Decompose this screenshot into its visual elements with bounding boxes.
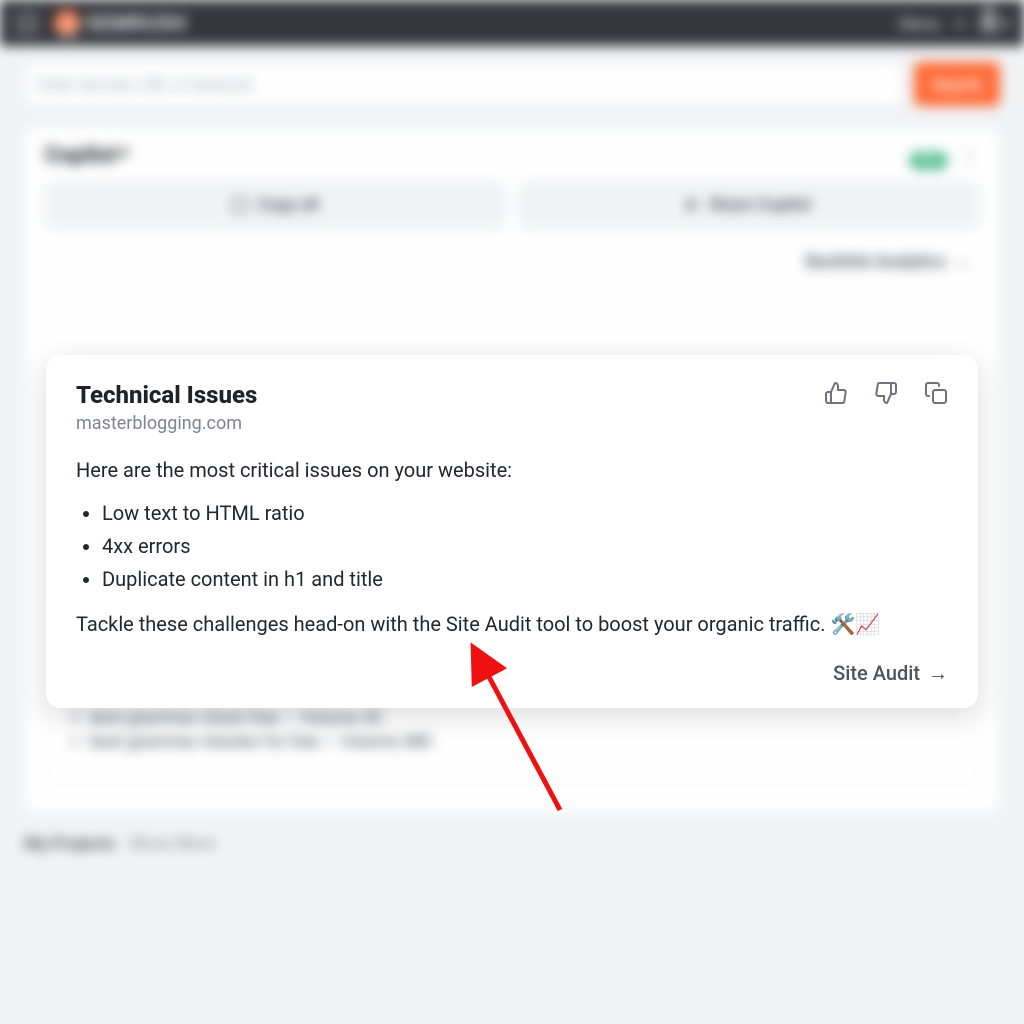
technical-issues-domain: masterblogging.com <box>76 413 257 434</box>
arrow-right-icon: → <box>928 661 948 686</box>
thumbs-up-icon[interactable] <box>824 381 848 409</box>
technical-issue-item: Low text to HTML ratio <box>102 499 948 528</box>
share-copilot-button[interactable]: Share Copilot <box>519 182 979 228</box>
topbar: SEMRUSH Menu ▾ ▾ <box>0 0 1024 46</box>
arrow-right-icon: → <box>954 252 971 272</box>
hamburger-icon[interactable] <box>14 13 40 33</box>
copilot-new-badge: NEW <box>910 152 947 169</box>
user-menu[interactable]: ▾ <box>980 14 1010 33</box>
technical-issues-card: Technical Issues masterblogging.com Here… <box>46 355 978 708</box>
user-icon <box>980 14 998 32</box>
copilot-ai-badge: AI <box>118 146 129 159</box>
keyword-item: best grammar checker for free — Volume 4… <box>90 732 956 752</box>
brand-fireball-icon <box>54 10 80 36</box>
brand[interactable]: SEMRUSH <box>54 10 187 36</box>
brand-text: SEMRUSH <box>86 11 187 35</box>
chevron-down-icon: ▾ <box>956 14 964 33</box>
technical-issues-title: Technical Issues <box>76 381 257 409</box>
my-projects-label[interactable]: My Projects <box>24 834 115 854</box>
search-placeholder: Enter domain, URL or keyword <box>39 75 251 94</box>
copy-all-button[interactable]: Copy all <box>45 182 505 228</box>
copilot-title: Copilot <box>45 143 116 168</box>
thumbs-down-icon[interactable] <box>874 381 898 409</box>
copy-icon <box>232 197 248 213</box>
search-button[interactable]: Search <box>914 62 1000 106</box>
more-icon[interactable]: ⋮ <box>959 144 979 168</box>
search-input[interactable]: Enter domain, URL or keyword <box>24 62 904 106</box>
show-more-link[interactable]: Show More <box>129 834 215 854</box>
copy-icon[interactable] <box>924 381 948 409</box>
technical-issues-list: Low text to HTML ratio 4xx errors Duplic… <box>102 499 948 594</box>
technical-issue-item: Duplicate content in h1 and title <box>102 565 948 594</box>
technical-issue-item: 4xx errors <box>102 532 948 561</box>
keyword-item: best grammar check free — Volume 30 <box>90 708 956 728</box>
search-bar: Enter domain, URL or keyword Search <box>24 62 1000 106</box>
technical-outro: Tackle these challenges head-on with the… <box>76 610 948 639</box>
backlink-analytics-link[interactable]: Backlink Analytics → <box>45 242 979 276</box>
technical-intro: Here are the most critical issues on you… <box>76 456 948 485</box>
site-audit-link[interactable]: Site Audit → <box>76 661 948 686</box>
chevron-down-icon: ▾ <box>1002 14 1010 33</box>
send-icon <box>687 198 699 212</box>
menu-dropdown[interactable]: Menu <box>899 14 940 33</box>
